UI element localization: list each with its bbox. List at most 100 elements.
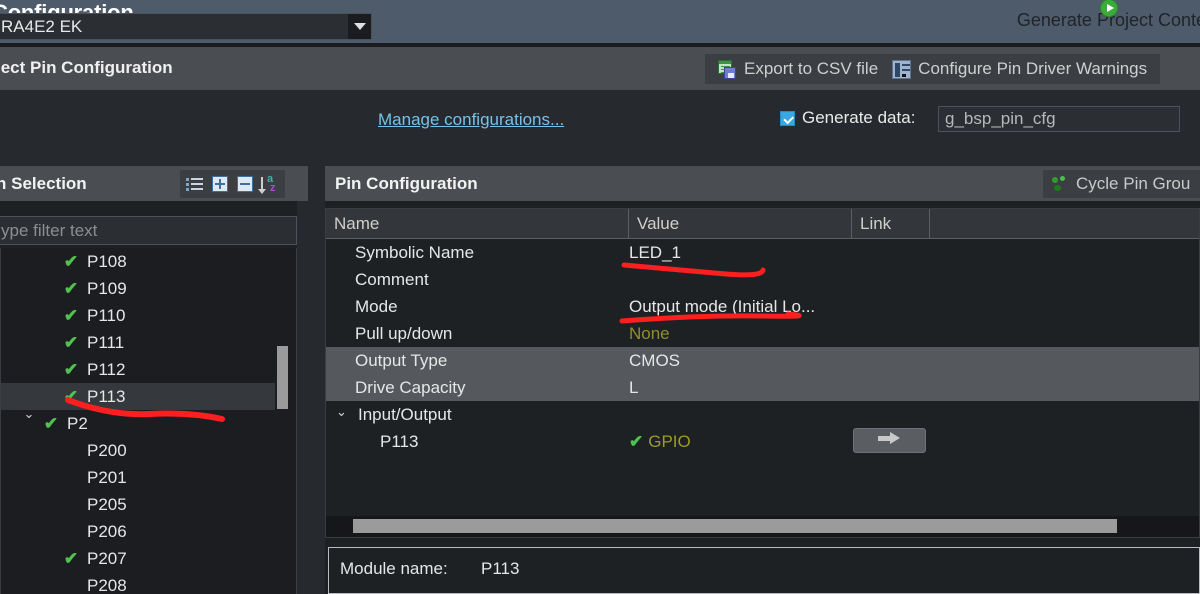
cell-value[interactable]: CMOS — [629, 351, 852, 371]
cell-name: Symbolic Name — [355, 242, 475, 262]
tree-item-p208[interactable]: P208 — [1, 572, 297, 594]
module-name-label: Module name: — [340, 559, 448, 578]
check-icon: ✔ — [63, 548, 79, 568]
expand-all-icon[interactable] — [209, 174, 231, 195]
chevron-down-icon[interactable]: ⌄ — [336, 404, 347, 420]
tree-scrollbar-thumb[interactable] — [277, 346, 288, 409]
table-row[interactable]: Drive Capacity L — [326, 374, 1199, 401]
cell-value[interactable]: None — [629, 324, 852, 344]
table-row[interactable]: Symbolic Name LED_1 — [326, 239, 1199, 266]
check-icon: ✔ — [63, 359, 79, 379]
cell-value[interactable]: ✔ GPIO — [629, 432, 852, 452]
pin-filter-input[interactable]: ype filter text — [0, 216, 297, 245]
panel-divider-strip — [297, 160, 325, 594]
tree-item-label: P112 — [87, 359, 126, 379]
pin-configuration-title: Pin Configuration — [335, 174, 478, 193]
toolbar-button-group: Export to CSV file Configure Pin Driver … — [705, 54, 1161, 84]
table-row[interactable]: Mode Output mode (Initial Lo... — [326, 293, 1199, 320]
column-header-link[interactable]: Link — [852, 209, 930, 238]
board-select-dropdown[interactable]: RA4E2 EK — [0, 13, 372, 40]
cell-value[interactable]: LED_1 — [629, 243, 852, 263]
generate-data-group: Generate data: — [780, 108, 915, 128]
table-row[interactable]: P113 ✔ GPIO — [326, 428, 1199, 455]
pin-selection-toolbar: az — [180, 170, 285, 198]
tree-item-label: P109 — [87, 278, 127, 298]
cycle-pin-group-label: Cycle Pin Grou — [1076, 174, 1191, 193]
column-header-extra — [930, 209, 1199, 238]
tree-vertical-scrollbar[interactable] — [275, 248, 290, 594]
tree-item-p113[interactable]: ✔ P113 — [1, 383, 297, 410]
table-row[interactable]: Output Type CMOS — [326, 347, 1199, 374]
export-to-csv-label: Export to CSV file — [744, 59, 879, 78]
configure-pin-driver-warnings-button[interactable]: Configure Pin Driver Warnings — [885, 55, 1154, 83]
generate-data-checkbox[interactable] — [780, 110, 795, 126]
chevron-down-icon[interactable]: ⌄ — [21, 406, 37, 422]
tree-item-p207[interactable]: ✔ P207 — [1, 545, 297, 572]
tree-item-p111[interactable]: ✔ P111 — [1, 329, 297, 356]
column-header-name[interactable]: Name — [326, 209, 629, 238]
cell-name: Drive Capacity — [355, 377, 466, 397]
tree-item-p109[interactable]: ✔ P109 — [1, 275, 297, 302]
table-row[interactable]: ⌄ Input/Output — [326, 401, 1199, 428]
sort-az-icon[interactable]: az — [258, 173, 281, 195]
chevron-down-icon[interactable] — [348, 14, 371, 39]
section-title: lect Pin Configuration — [0, 58, 173, 77]
pin-configuration-table: Name Value Link Symbolic Name LED_1 Commen… — [325, 208, 1200, 538]
check-icon: ✔ — [63, 251, 79, 271]
cell-value[interactable]: Output mode (Initial Lo... — [629, 297, 852, 317]
tree-item-p205[interactable]: P205 — [1, 491, 297, 518]
csv-export-icon — [718, 59, 737, 79]
tree-item-p200[interactable]: P200 — [1, 437, 297, 464]
manage-configurations-link[interactable]: Manage configurations... — [378, 110, 564, 130]
board-select-value: RA4E2 EK — [1, 16, 83, 36]
export-to-csv-button[interactable]: Export to CSV file — [711, 55, 885, 83]
check-icon: ✔ — [63, 386, 79, 406]
cell-name: Pull up/down — [355, 323, 453, 343]
tree-item-label: P207 — [87, 548, 127, 568]
table-hscrollbar-thumb[interactable] — [353, 519, 1117, 533]
cell-name: Comment — [355, 269, 429, 289]
tree-item-p112[interactable]: ✔ P112 — [1, 356, 297, 383]
pin-selection-tree[interactable]: ✔ P108 ✔ P109 ✔ P110 ✔ P111 ✔ P112 ✔ P113 ⌄ ✔ P2 P200 P2… — [0, 248, 297, 594]
panel-gap — [0, 138, 1200, 166]
column-header-value[interactable]: Value — [629, 209, 852, 238]
cell-name: Output Type — [355, 350, 448, 370]
tree-item-label: P2 — [67, 413, 88, 433]
collapse-all-icon[interactable] — [234, 174, 256, 195]
right-arrow-icon[interactable] — [853, 428, 926, 453]
table-header-row: Name Value Link — [326, 209, 1199, 239]
cycle-pin-group-icon — [1051, 175, 1069, 193]
table-row[interactable]: Comment — [326, 266, 1199, 293]
tree-item-label: P110 — [87, 305, 126, 325]
tree-item-p108[interactable]: ✔ P108 — [1, 248, 297, 275]
tree-item-p201[interactable]: P201 — [1, 464, 297, 491]
tree-item-p206[interactable]: P206 — [1, 518, 297, 545]
cell-name: Mode — [355, 296, 398, 316]
generate-data-input[interactable]: g_bsp_pin_cfg — [938, 106, 1180, 132]
tree-item-label: P201 — [87, 467, 127, 487]
tree-item-label: P200 — [87, 440, 127, 460]
table-row[interactable]: Pull up/down None — [326, 320, 1199, 347]
pin-driver-warnings-icon — [892, 59, 912, 79]
configure-pin-driver-warnings-label: Configure Pin Driver Warnings — [918, 59, 1148, 78]
tree-item-label: P111 — [87, 332, 125, 352]
generate-data-label: Generate data: — [802, 108, 916, 127]
cycle-pin-group-button[interactable]: Cycle Pin Grou — [1043, 170, 1200, 198]
check-icon: ✔ — [63, 305, 79, 325]
check-icon: ✔ — [43, 413, 59, 433]
tree-item-label: P113 — [87, 386, 126, 406]
generate-project-content-button[interactable]: Generate Project Conte — [1017, 0, 1200, 31]
check-icon: ✔ — [63, 332, 79, 352]
list-icon[interactable] — [184, 174, 206, 195]
tree-item-p110[interactable]: ✔ P110 — [1, 302, 297, 329]
tree-item-label: P205 — [87, 494, 127, 514]
cell-value[interactable]: L — [629, 378, 852, 398]
cell-name: ⌄ Input/Output — [326, 404, 629, 425]
tree-item-label: P208 — [87, 575, 127, 594]
tree-gutter — [290, 248, 297, 594]
module-name-value: P113 — [481, 559, 520, 578]
check-icon: ✔ — [63, 278, 79, 298]
tree-item-p2[interactable]: ⌄ ✔ P2 — [1, 406, 297, 437]
module-name-panel: Module name: P113 — [328, 547, 1200, 594]
tree-item-label: P108 — [87, 251, 127, 271]
